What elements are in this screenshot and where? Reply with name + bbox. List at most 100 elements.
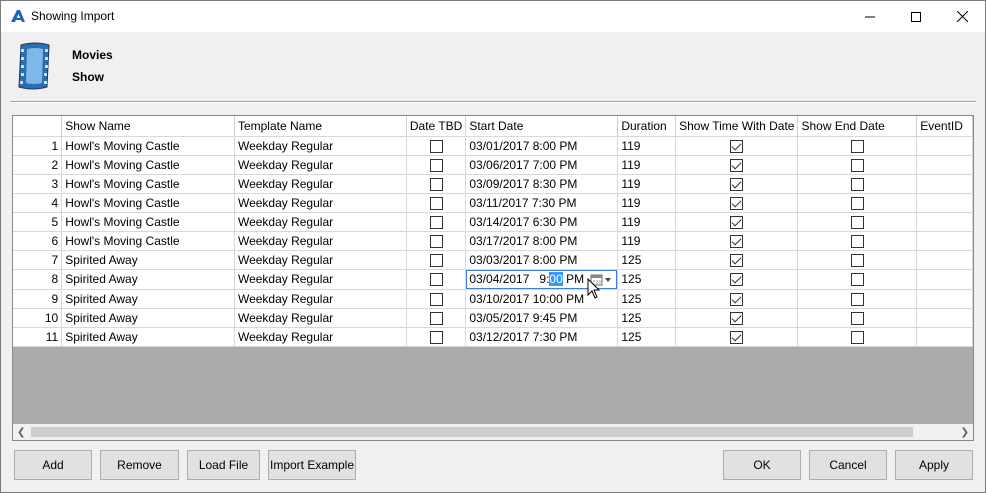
show-time-with-date-cell[interactable] <box>675 155 799 175</box>
show-name-cell[interactable]: Howl's Moving Castle <box>61 155 235 175</box>
template-name-cell[interactable]: Weekday Regular <box>234 155 407 175</box>
show-name-cell[interactable]: Howl's Moving Castle <box>61 231 235 251</box>
date-tbd-checkbox[interactable] <box>429 177 443 191</box>
show-end-date-cell[interactable] <box>797 193 918 213</box>
show-name-cell[interactable]: Howl's Moving Castle <box>61 193 235 213</box>
column-header[interactable]: Show Time With Date <box>675 116 799 137</box>
duration-cell[interactable]: 119 <box>617 136 677 156</box>
event-id-cell[interactable] <box>916 308 973 328</box>
minimize-button[interactable] <box>847 1 893 32</box>
date-tbd-cell[interactable] <box>406 231 467 251</box>
show-end-date-cell[interactable] <box>797 269 918 290</box>
show-time-with-date-checkbox[interactable] <box>730 234 744 248</box>
date-tbd-cell[interactable] <box>406 269 467 290</box>
row-number[interactable]: 11 <box>13 327 63 347</box>
date-tbd-cell[interactable] <box>406 308 467 328</box>
duration-cell[interactable]: 125 <box>617 269 677 290</box>
table-row[interactable]: 3 Howl's Moving Castle Weekday Regular 03/0… <box>13 174 973 194</box>
show-time-with-date-checkbox[interactable] <box>730 158 744 172</box>
event-id-cell[interactable] <box>916 289 973 309</box>
duration-cell[interactable]: 125 <box>617 250 677 270</box>
template-name-cell[interactable]: Weekday Regular <box>234 174 407 194</box>
date-tbd-checkbox[interactable] <box>429 158 443 172</box>
maximize-button[interactable] <box>893 1 939 32</box>
date-tbd-checkbox[interactable] <box>429 139 443 153</box>
show-name-cell[interactable]: Spirited Away <box>61 308 235 328</box>
event-id-cell[interactable] <box>916 231 973 251</box>
date-tbd-checkbox[interactable] <box>429 196 443 210</box>
import-data-grid[interactable]: Show Name Template Name Date TBD Start D… <box>12 115 974 441</box>
row-number[interactable]: 1 <box>13 136 63 156</box>
duration-cell[interactable]: 119 <box>617 193 677 213</box>
title-bar[interactable]: Showing Import <box>1 1 985 32</box>
row-number[interactable]: 5 <box>13 212 63 232</box>
date-tbd-cell[interactable] <box>406 193 467 213</box>
show-end-date-checkbox[interactable] <box>850 215 864 229</box>
show-end-date-cell[interactable] <box>797 289 918 309</box>
event-id-cell[interactable] <box>916 174 973 194</box>
show-time-with-date-checkbox[interactable] <box>730 311 744 325</box>
horizontal-scrollbar[interactable]: ❮ ❯ <box>13 424 973 440</box>
show-time-with-date-cell[interactable] <box>675 174 799 194</box>
event-id-cell[interactable] <box>916 155 973 175</box>
duration-cell[interactable]: 125 <box>617 289 677 309</box>
show-time-with-date-cell[interactable] <box>675 289 799 309</box>
show-name-cell[interactable]: Howl's Moving Castle <box>61 136 235 156</box>
scroll-right-icon[interactable]: ❯ <box>961 427 969 438</box>
close-button[interactable] <box>939 1 985 32</box>
add-button[interactable]: Add <box>14 450 92 480</box>
date-tbd-checkbox[interactable] <box>429 311 443 325</box>
start-date-cell[interactable]: 03/03/2017 8:00 PM <box>465 250 619 270</box>
show-time-with-date-cell[interactable] <box>675 308 799 328</box>
show-time-with-date-cell[interactable] <box>675 136 799 156</box>
date-tbd-cell[interactable] <box>406 155 467 175</box>
show-name-cell[interactable]: Spirited Away <box>61 327 235 347</box>
show-time-with-date-checkbox[interactable] <box>730 292 744 306</box>
duration-cell[interactable]: 119 <box>617 212 677 232</box>
show-end-date-cell[interactable] <box>797 136 918 156</box>
show-time-with-date-checkbox[interactable] <box>730 330 744 344</box>
row-number[interactable]: 8 <box>13 269 63 290</box>
show-end-date-checkbox[interactable] <box>850 253 864 267</box>
show-end-date-cell[interactable] <box>797 174 918 194</box>
show-end-date-checkbox[interactable] <box>850 139 864 153</box>
show-end-date-checkbox[interactable] <box>850 196 864 210</box>
column-header[interactable]: Show Name <box>61 116 235 137</box>
start-date-cell[interactable]: 03/05/2017 9:45 PM <box>465 308 619 328</box>
show-end-date-cell[interactable] <box>797 231 918 251</box>
row-number[interactable]: 9 <box>13 289 63 309</box>
show-time-with-date-checkbox[interactable] <box>730 139 744 153</box>
start-date-cell[interactable]: 03/01/2017 8:00 PM <box>465 136 619 156</box>
show-time-with-date-cell[interactable] <box>675 231 799 251</box>
table-row[interactable]: 7 Spirited Away Weekday Regular 03/03/2017 … <box>13 250 973 270</box>
template-name-cell[interactable]: Weekday Regular <box>234 289 407 309</box>
table-row[interactable]: 10 Spirited Away Weekday Regular 03/05/2017… <box>13 308 973 328</box>
table-row[interactable]: 8 Spirited Away Weekday Regular 03/04/2017 … <box>13 269 973 290</box>
date-tbd-checkbox[interactable] <box>429 234 443 248</box>
show-name-cell[interactable]: Howl's Moving Castle <box>61 212 235 232</box>
column-header[interactable]: EventID <box>916 116 973 137</box>
template-name-cell[interactable]: Weekday Regular <box>234 136 407 156</box>
start-date-cell[interactable]: 03/12/2017 7:30 PM <box>465 327 619 347</box>
row-number[interactable]: 6 <box>13 231 63 251</box>
duration-cell[interactable]: 125 <box>617 308 677 328</box>
start-date-cell[interactable]: 03/06/2017 7:00 PM <box>465 155 619 175</box>
start-date-cell[interactable]: 03/09/2017 8:30 PM <box>465 174 619 194</box>
show-name-cell[interactable]: Spirited Away <box>61 250 235 270</box>
import-example-button[interactable]: Import Example <box>268 450 356 480</box>
column-header[interactable]: Start Date <box>465 116 619 137</box>
row-number[interactable]: 2 <box>13 155 63 175</box>
table-row[interactable]: 4 Howl's Moving Castle Weekday Regular 03/1… <box>13 193 973 213</box>
show-time-with-date-cell[interactable] <box>675 212 799 232</box>
show-end-date-cell[interactable] <box>797 212 918 232</box>
column-header[interactable]: Duration <box>617 116 677 137</box>
show-end-date-checkbox[interactable] <box>850 158 864 172</box>
show-end-date-cell[interactable] <box>797 308 918 328</box>
column-header[interactable]: Show End Date <box>797 116 918 137</box>
event-id-cell[interactable] <box>916 269 973 290</box>
show-end-date-cell[interactable] <box>797 155 918 175</box>
date-tbd-checkbox[interactable] <box>429 253 443 267</box>
event-id-cell[interactable] <box>916 250 973 270</box>
start-date-cell[interactable]: 03/17/2017 8:00 PM <box>465 231 619 251</box>
show-time-with-date-cell[interactable] <box>675 250 799 270</box>
